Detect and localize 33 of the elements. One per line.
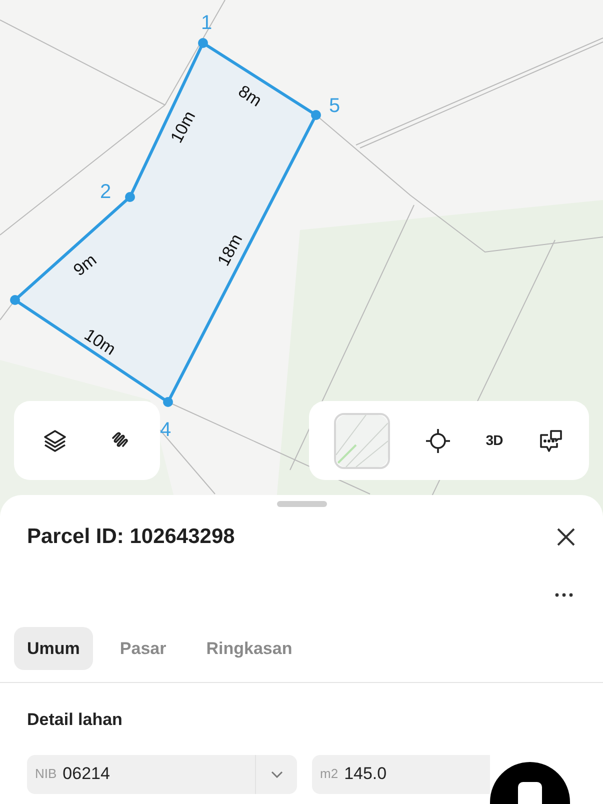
field-prefix: m2 bbox=[320, 765, 338, 784]
more-icon[interactable] bbox=[555, 592, 573, 596]
vertex-label: 2 bbox=[100, 180, 112, 205]
vertex-dot[interactable] bbox=[125, 192, 135, 202]
edge-length-label: 10m bbox=[168, 108, 198, 146]
edge-length-label: 10m bbox=[82, 326, 118, 358]
tab[interactable]: Umum bbox=[14, 626, 93, 670]
chat-icon[interactable] bbox=[538, 428, 564, 454]
vertex-dot[interactable] bbox=[311, 110, 321, 120]
close-icon[interactable] bbox=[556, 526, 576, 547]
chevron-down-icon[interactable] bbox=[270, 770, 282, 778]
vertex-label: 1 bbox=[201, 11, 212, 36]
field-value: 145.0 bbox=[344, 763, 388, 786]
dropdown-field[interactable]: NIB 06214 bbox=[27, 754, 297, 794]
edge-length-label: 9m bbox=[70, 251, 100, 279]
vertex-dot[interactable] bbox=[198, 38, 208, 48]
field-value: 06214 bbox=[62, 763, 111, 786]
crosshair-icon[interactable] bbox=[425, 428, 452, 454]
layers-icon[interactable] bbox=[42, 428, 68, 454]
square-icon bbox=[518, 782, 542, 804]
edge-length-label: 8m bbox=[235, 82, 265, 110]
vertex-label: 4 bbox=[160, 418, 172, 443]
basemap-thumbnail[interactable] bbox=[334, 412, 390, 468]
vertex-dot[interactable] bbox=[163, 397, 173, 407]
field-prefix: NIB bbox=[35, 765, 57, 784]
edge-length-label: 18m bbox=[214, 231, 246, 269]
vertex-dot[interactable] bbox=[10, 295, 20, 305]
dropdown-field[interactable]: m2 145.0 bbox=[312, 754, 490, 794]
sheet-title: Parcel ID: 102643298 bbox=[27, 524, 235, 550]
3d-toggle[interactable]: 3D bbox=[486, 430, 503, 451]
vertex-label: 5 bbox=[329, 94, 340, 119]
section-heading: Detail lahan bbox=[26, 709, 124, 731]
drag-handle[interactable] bbox=[276, 501, 326, 507]
